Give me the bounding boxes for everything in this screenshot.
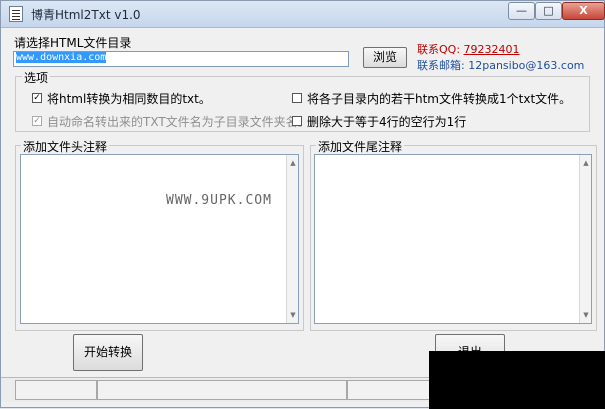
footer-comment-group: 添加文件尾注释 ▲ ▼ <box>310 138 597 331</box>
browse-button[interactable]: 浏览 <box>363 47 407 68</box>
option-3-checkbox: ✓ <box>32 116 42 126</box>
status-cell <box>97 380 347 400</box>
corner-mask <box>429 351 605 409</box>
minimize-button[interactable]: — <box>508 2 535 20</box>
scroll-up-icon[interactable]: ▲ <box>582 159 590 167</box>
document-icon <box>9 6 23 22</box>
maximize-button[interactable]: □ <box>535 2 562 20</box>
qq-label: 联系QQ: <box>417 43 461 56</box>
scroll-up-icon[interactable]: ▲ <box>289 159 297 167</box>
option-1-checkbox[interactable]: ✓ <box>32 93 42 103</box>
option-1-label: 将html转换为相同数目的txt。 <box>47 92 211 106</box>
scroll-down-icon[interactable]: ▼ <box>582 311 590 319</box>
scroll-down-icon[interactable]: ▼ <box>289 311 297 319</box>
header-comment-title: 添加文件头注释 <box>21 138 110 155</box>
watermark-text: WWW.9UPK.COM <box>166 193 272 208</box>
footer-comment-scrollbar[interactable]: ▲ ▼ <box>579 155 591 323</box>
directory-input[interactable]: www.downxia.com <box>13 51 349 67</box>
option-2-label: 将各子目录内的若干htm文件转换成1个txt文件。 <box>307 92 572 106</box>
start-convert-button[interactable]: 开始转换 <box>73 334 143 371</box>
header-comment-textarea[interactable]: ▲ ▼ <box>20 154 299 324</box>
directory-label: 请选择HTML文件目录 <box>14 36 132 50</box>
email-label: 联系邮箱: <box>417 59 465 72</box>
options-title: 选项 <box>22 69 51 86</box>
options-group: 选项 ✓ 将html转换为相同数目的txt。 将各子目录内的若干htm文件转换成… <box>15 69 590 132</box>
directory-input-value: www.downxia.com <box>16 52 107 63</box>
status-cell <box>15 380 97 400</box>
header-comment-scrollbar[interactable]: ▲ ▼ <box>286 155 298 323</box>
app-window: 博青Html2Txt v1.0 — □ X 请选择HTML文件目录 www.do… <box>0 0 605 409</box>
option-3-label: 自动命名转出来的TXT文件名为子目录文件夹名。 <box>47 115 310 129</box>
email-value: 12pansibo@163.com <box>468 59 585 72</box>
contact-info: 联系QQ: 79232401 联系邮箱: 12pansibo@163.com <box>417 42 584 74</box>
title-bar[interactable]: 博青Html2Txt v1.0 — □ X <box>1 1 605 28</box>
close-button[interactable]: X <box>562 2 605 20</box>
header-comment-group: 添加文件头注释 ▲ ▼ <box>15 138 304 331</box>
footer-comment-title: 添加文件尾注释 <box>316 138 405 155</box>
qq-link[interactable]: 79232401 <box>464 43 520 56</box>
option-4-checkbox[interactable] <box>292 116 302 126</box>
option-2-checkbox[interactable] <box>292 93 302 103</box>
window-title: 博青Html2Txt v1.0 <box>31 8 141 22</box>
option-4-label: 删除大于等于4行的空行为1行 <box>307 115 467 129</box>
footer-comment-textarea[interactable]: ▲ ▼ <box>314 154 592 324</box>
